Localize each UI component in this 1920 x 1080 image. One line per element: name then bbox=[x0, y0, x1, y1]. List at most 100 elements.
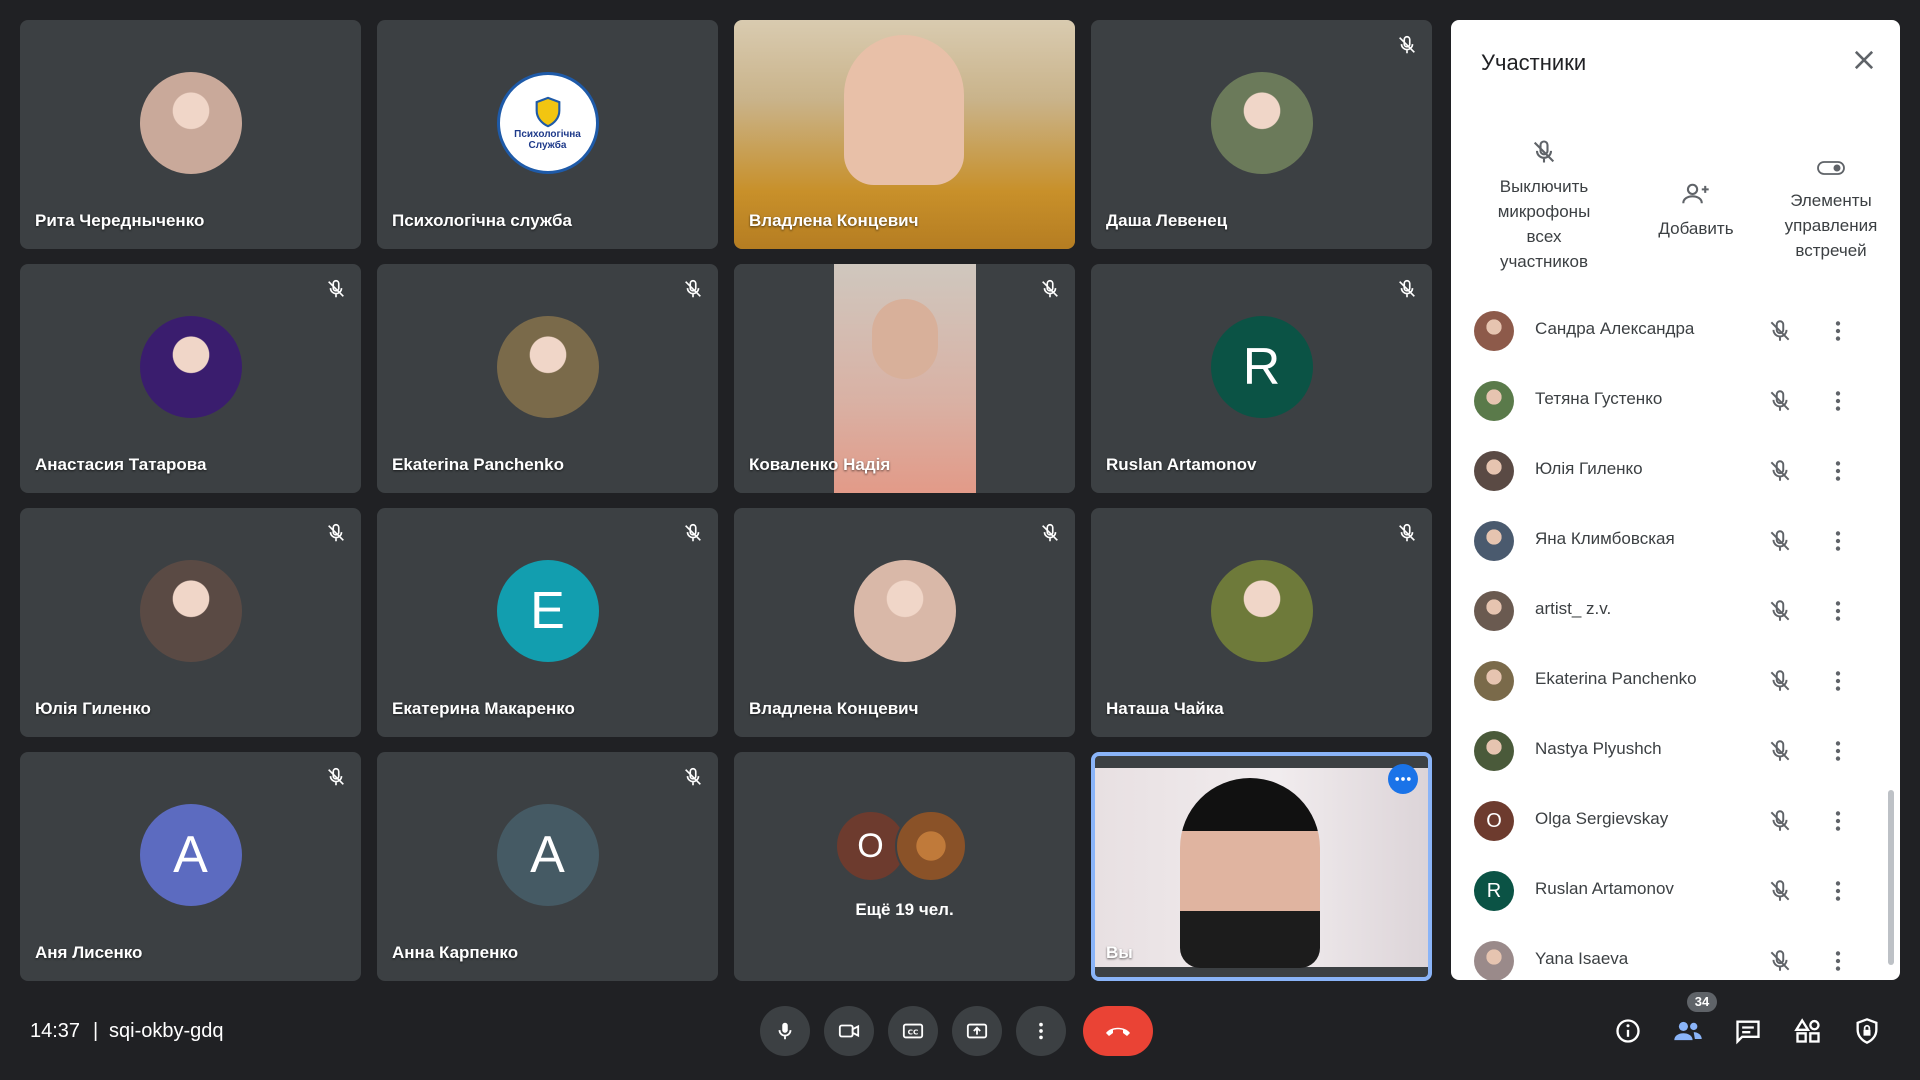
host-controls-button[interactable]: Элементы управления встречей bbox=[1771, 156, 1891, 263]
participant-tile[interactable]: Вы bbox=[1091, 752, 1432, 981]
self-video-feed bbox=[1095, 768, 1428, 968]
mute-participant-button[interactable] bbox=[1767, 318, 1793, 344]
add-people-button[interactable]: Добавить bbox=[1636, 180, 1756, 241]
host-safety-button[interactable] bbox=[1846, 1010, 1888, 1052]
mute-participant-button[interactable] bbox=[1767, 878, 1793, 904]
participant-tile[interactable]: A Аня Лисенко bbox=[20, 752, 361, 981]
participant-row[interactable]: artist_ z.v. bbox=[1451, 575, 1900, 645]
mic-off-icon bbox=[1770, 740, 1790, 761]
participant-name: Яна Климбовская bbox=[1535, 529, 1675, 548]
participant-tile[interactable]: Рита Чередныченко bbox=[20, 20, 361, 249]
participant-tile[interactable]: Наташа Чайка bbox=[1091, 508, 1432, 737]
participant-row[interactable]: Тетяна Густенко bbox=[1451, 365, 1900, 435]
participant-options-button[interactable] bbox=[1825, 878, 1851, 904]
participant-name: Юлія Гиленко bbox=[1535, 459, 1643, 478]
mute-all-button[interactable]: Выключить микрофоны всех участников bbox=[1479, 138, 1609, 274]
participant-tile[interactable]: Владлена Концевич bbox=[734, 508, 1075, 737]
participant-name: Вы bbox=[1106, 943, 1133, 962]
participant-row[interactable]: O Olga Sergievskay bbox=[1451, 785, 1900, 855]
participant-row[interactable]: R Ruslan Artamonov bbox=[1451, 855, 1900, 925]
participant-avatar bbox=[1474, 311, 1514, 351]
participant-name: Владлена Концевич bbox=[749, 211, 919, 230]
avatar bbox=[139, 559, 242, 662]
mic-off-icon bbox=[1770, 810, 1790, 831]
mute-participant-button[interactable] bbox=[1767, 738, 1793, 764]
more-vert-icon bbox=[1835, 391, 1841, 411]
more-options-button[interactable] bbox=[1016, 1006, 1066, 1056]
captions-button[interactable]: CC bbox=[888, 1006, 938, 1056]
participant-tile[interactable]: E Екатерина Макаренко bbox=[377, 508, 718, 737]
participant-name: Психологічна служба bbox=[392, 211, 572, 230]
mute-participant-button[interactable] bbox=[1767, 388, 1793, 414]
microphone-button[interactable] bbox=[760, 1006, 810, 1056]
participant-row[interactable]: Yana Isaeva bbox=[1451, 925, 1900, 980]
participant-row[interactable]: Яна Климбовская bbox=[1451, 505, 1900, 575]
avatar bbox=[139, 71, 242, 174]
camera-icon bbox=[838, 1024, 860, 1038]
participant-options-button[interactable] bbox=[1825, 808, 1851, 834]
camera-button[interactable] bbox=[824, 1006, 874, 1056]
participant-options-button[interactable] bbox=[1825, 388, 1851, 414]
participant-options-button[interactable] bbox=[1825, 948, 1851, 974]
meeting-code: sqi-okby-gdq bbox=[109, 1020, 224, 1042]
video-grid: Рита Чередныченко Психологічна Служба Пс… bbox=[20, 20, 1432, 981]
avatar-letter: O bbox=[1486, 809, 1502, 832]
participant-name: Olga Sergievskay bbox=[1535, 809, 1669, 828]
participant-options-button[interactable] bbox=[1825, 458, 1851, 484]
letter-avatar: E bbox=[496, 559, 599, 662]
participant-row[interactable]: Сандра Александра bbox=[1451, 295, 1900, 365]
participants-count-badge: 34 bbox=[1687, 992, 1717, 1012]
chat-button[interactable] bbox=[1727, 1010, 1769, 1052]
avatar bbox=[1210, 559, 1313, 662]
participant-options-button[interactable] bbox=[1825, 598, 1851, 624]
mute-participant-button[interactable] bbox=[1767, 528, 1793, 554]
scrollbar[interactable] bbox=[1888, 790, 1894, 965]
participant-row[interactable]: Nastya Plyushch bbox=[1451, 715, 1900, 785]
participant-tile[interactable]: A Анна Карпенко bbox=[377, 752, 718, 981]
participant-tile[interactable]: Ekaterina Panchenko bbox=[377, 264, 718, 493]
participant-row[interactable]: Ekaterina Panchenko bbox=[1451, 645, 1900, 715]
participant-tile[interactable]: Владлена Концевич bbox=[734, 20, 1075, 249]
participant-name: Екатерина Макаренко bbox=[392, 699, 575, 718]
mic-off-icon bbox=[1399, 279, 1415, 298]
participant-name: Nastya Plyushch bbox=[1535, 739, 1662, 758]
participant-tile[interactable]: Юлія Гиленко bbox=[20, 508, 361, 737]
participant-options-button[interactable] bbox=[1825, 738, 1851, 764]
shield-lock-icon bbox=[1856, 1018, 1878, 1044]
more-horiz-icon bbox=[1395, 777, 1411, 781]
meeting-details-button[interactable] bbox=[1607, 1010, 1649, 1052]
muted-indicator bbox=[682, 766, 704, 788]
more-vert-icon bbox=[1039, 1022, 1043, 1040]
participant-tile[interactable]: Коваленко Надія bbox=[734, 264, 1075, 493]
participant-options-button[interactable] bbox=[1825, 668, 1851, 694]
people-button[interactable] bbox=[1667, 1010, 1709, 1052]
people-icon bbox=[1674, 1021, 1702, 1041]
mute-participant-button[interactable] bbox=[1767, 458, 1793, 484]
participant-options-button[interactable] bbox=[1825, 318, 1851, 344]
mute-participant-button[interactable] bbox=[1767, 598, 1793, 624]
more-vert-icon bbox=[1835, 811, 1841, 831]
host-controls-label-1: Элементы bbox=[1790, 191, 1872, 210]
mute-participant-button[interactable] bbox=[1767, 808, 1793, 834]
mic-off-icon bbox=[1770, 670, 1790, 691]
participant-tile[interactable]: R Ruslan Artamonov bbox=[1091, 264, 1432, 493]
participant-name: Владлена Концевич bbox=[749, 699, 919, 718]
mute-participant-button[interactable] bbox=[1767, 948, 1793, 974]
captions-icon: CC bbox=[902, 1023, 924, 1039]
participant-row[interactable]: Юлія Гиленко bbox=[1451, 435, 1900, 505]
participant-tile[interactable]: O Ещё 19 чел. bbox=[734, 752, 1075, 981]
participant-tile[interactable]: Анастасия Татарова bbox=[20, 264, 361, 493]
participant-tile[interactable]: Даша Левенец bbox=[1091, 20, 1432, 249]
muted-indicator bbox=[1039, 522, 1061, 544]
tile-options-button[interactable] bbox=[1388, 764, 1418, 794]
participant-avatar bbox=[1474, 591, 1514, 631]
activities-button[interactable] bbox=[1787, 1010, 1829, 1052]
muted-indicator bbox=[1039, 278, 1061, 300]
participant-tile[interactable]: Психологічна Служба Психологічна служба bbox=[377, 20, 718, 249]
mic-off-icon bbox=[328, 767, 344, 786]
leave-call-button[interactable] bbox=[1083, 1006, 1153, 1056]
present-button[interactable] bbox=[952, 1006, 1002, 1056]
participant-options-button[interactable] bbox=[1825, 528, 1851, 554]
mute-participant-button[interactable] bbox=[1767, 668, 1793, 694]
close-icon[interactable] bbox=[1850, 46, 1878, 74]
